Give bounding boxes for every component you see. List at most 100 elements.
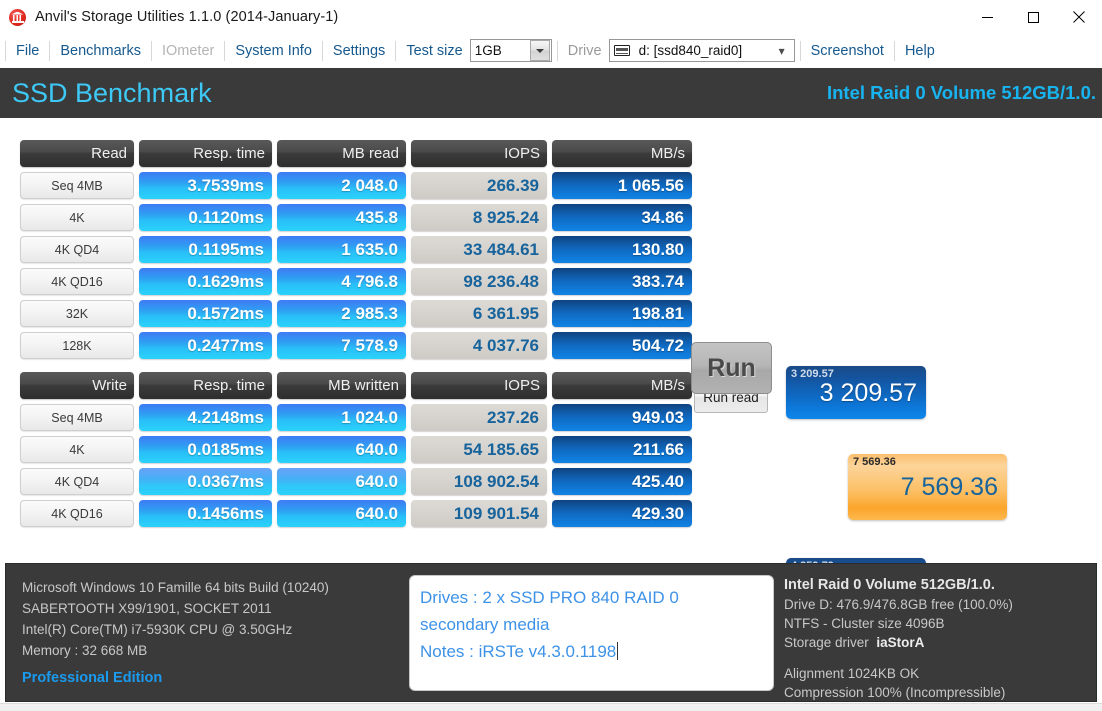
read-score-value: 3 209.57 (819, 378, 917, 407)
row-label: 128K (20, 332, 134, 359)
system-edition: Professional Edition (22, 670, 163, 686)
window-title: Anvil's Storage Utilities 1.1.0 (2014-Ja… (35, 9, 339, 25)
test-size-value: 1GB (474, 43, 502, 58)
run-button[interactable]: Run (691, 342, 772, 394)
banner-volume-label: Intel Raid 0 Volume 512GB/1.0. (826, 82, 1096, 103)
row-label: 4K (20, 436, 134, 463)
menu-divider (321, 40, 323, 61)
column-header: Resp. time (139, 140, 272, 167)
cell-iops: 4 037.76 (411, 332, 547, 359)
notes-line-2: secondary media (420, 615, 550, 634)
cell-mbs: 1 065.56 (552, 172, 692, 199)
cell-resp-time: 0.0185ms (139, 436, 272, 463)
notes-line-1: Drives : 2 x SSD PRO 840 RAID 0 (420, 588, 679, 607)
system-cpu: Intel(R) Core(TM) i7-5930K CPU @ 3.50GHz (22, 622, 293, 637)
test-size-select[interactable]: 1GB (469, 39, 552, 62)
page-banner: SSD Benchmark Intel Raid 0 Volume 512GB/… (0, 68, 1102, 118)
cell-mbs: 425.40 (552, 468, 692, 495)
chevron-down-icon[interactable] (529, 40, 550, 61)
row-label: 4K QD16 (20, 268, 134, 295)
menu-divider (49, 40, 51, 61)
cell-iops: 33 484.61 (411, 236, 547, 263)
menu-divider (5, 40, 6, 61)
drive-info-driver-value: iaStorA (876, 635, 925, 650)
table-row: 4K QD4 0.1195ms 1 635.0 33 484.61 130.80 (20, 236, 692, 263)
cell-mbs: 504.72 (552, 332, 692, 359)
cell-mbs: 429.30 (552, 500, 692, 527)
footer-panel: Microsoft Windows 10 Famille 64 bits Bui… (5, 563, 1097, 702)
column-header: MB written (277, 372, 406, 399)
menu-system-info[interactable]: System Info (226, 40, 321, 62)
column-header: MB read (277, 140, 406, 167)
drive-label: Drive (567, 42, 602, 59)
cell-mbs: 198.81 (552, 300, 692, 327)
notes-textbox[interactable]: Drives : 2 x SSD PRO 840 RAID 0 secondar… (409, 575, 774, 691)
cell-resp-time: 0.1572ms (139, 300, 272, 327)
cell-iops: 98 236.48 (411, 268, 547, 295)
minimize-icon[interactable] (964, 0, 1010, 34)
menu-settings[interactable]: Settings (324, 40, 394, 62)
menu-help[interactable]: Help (896, 40, 944, 62)
cell-iops: 6 361.95 (411, 300, 547, 327)
drive-info-title: Intel Raid 0 Volume 512GB/1.0. (784, 577, 995, 593)
write-results-table: Write Resp. time MB written IOPS MB/s Seq 4MB… (20, 372, 692, 527)
column-header: MB/s (552, 372, 692, 399)
chevron-down-icon[interactable]: ▾ (770, 40, 794, 61)
cell-iops: 266.39 (411, 172, 547, 199)
cell-resp-time: 0.2477ms (139, 332, 272, 359)
column-header: Resp. time (139, 372, 272, 399)
cell-resp-time: 0.1120ms (139, 204, 272, 231)
table-row: 4K QD16 0.1629ms 4 796.8 98 236.48 383.74 (20, 268, 692, 295)
app-window: Anvil's Storage Utilities 1.1.0 (2014-Ja… (0, 0, 1102, 711)
menu-file[interactable]: File (7, 40, 48, 62)
row-label: 4K QD16 (20, 500, 134, 527)
cell-iops: 54 185.65 (411, 436, 547, 463)
menu-screenshot[interactable]: Screenshot (802, 40, 893, 62)
cell-mb: 435.8 (277, 204, 406, 231)
menu-divider (395, 40, 397, 61)
read-results-table: Read Resp. time MB read IOPS MB/s Seq 4MB 3.75… (20, 140, 692, 359)
menu-divider (150, 40, 152, 61)
drive-value: d: [ssd840_raid0] (638, 43, 743, 58)
column-header: Read (20, 140, 134, 167)
system-board: SABERTOOTH X99/1901, SOCKET 2011 (22, 601, 272, 616)
cell-mbs: 130.80 (552, 236, 692, 263)
title-bar: Anvil's Storage Utilities 1.1.0 (2014-Ja… (0, 0, 1102, 34)
menu-benchmarks[interactable]: Benchmarks (51, 40, 150, 62)
total-score-box: 7 569.36 7 569.36 (848, 454, 1007, 520)
notes-line-3-wrap: Notes : iRSTe v4.3.0.1198 (420, 638, 763, 665)
cell-resp-time: 0.1195ms (139, 236, 272, 263)
table-row: Seq 4MB 4.2148ms 1 024.0 237.26 949.03 (20, 404, 692, 431)
drive-icon (613, 45, 630, 56)
system-memory: Memory : 32 668 MB (22, 643, 148, 658)
drive-info-driver: Storage driver iaStorA (784, 633, 1094, 652)
anvil-app-icon (9, 8, 26, 26)
system-os: Microsoft Windows 10 Famille 64 bits Bui… (22, 580, 329, 595)
row-label: 4K (20, 204, 134, 231)
drive-select[interactable]: d: [ssd840_raid0] ▾ (608, 39, 795, 62)
maximize-icon[interactable] (1010, 0, 1056, 34)
table-header-row: Read Resp. time MB read IOPS MB/s (20, 140, 692, 167)
menu-divider (799, 40, 801, 61)
table-row: 4K 0.0185ms 640.0 54 185.65 211.66 (20, 436, 692, 463)
table-row: 32K 0.1572ms 2 985.3 6 361.95 198.81 (20, 300, 692, 327)
drive-info-compression: Compression 100% (Incompressible) (784, 685, 1006, 700)
close-icon[interactable] (1056, 0, 1102, 34)
cell-mb: 2 985.3 (277, 300, 406, 327)
cell-resp-time: 3.7539ms (139, 172, 272, 199)
table-header-row: Write Resp. time MB written IOPS MB/s (20, 372, 692, 399)
drive-info-free: Drive D: 476.9/476.8GB free (100.0%) (784, 597, 1013, 612)
cell-mbs: 383.74 (552, 268, 692, 295)
menu-divider (224, 40, 226, 61)
cell-resp-time: 0.0367ms (139, 468, 272, 495)
menu-divider (556, 40, 558, 61)
row-label: 32K (20, 300, 134, 327)
cell-mb: 1 024.0 (277, 404, 406, 431)
column-header: Write (20, 372, 134, 399)
drive-info-alignment: Alignment 1024KB OK (784, 666, 920, 681)
table-row: 128K 0.2477ms 7 578.9 4 037.76 504.72 (20, 332, 692, 359)
table-row: 4K QD16 0.1456ms 640.0 109 901.54 429.30 (20, 500, 692, 527)
cell-iops: 8 925.24 (411, 204, 547, 231)
drive-info-driver-label: Storage driver (784, 635, 869, 650)
row-label: 4K QD4 (20, 468, 134, 495)
